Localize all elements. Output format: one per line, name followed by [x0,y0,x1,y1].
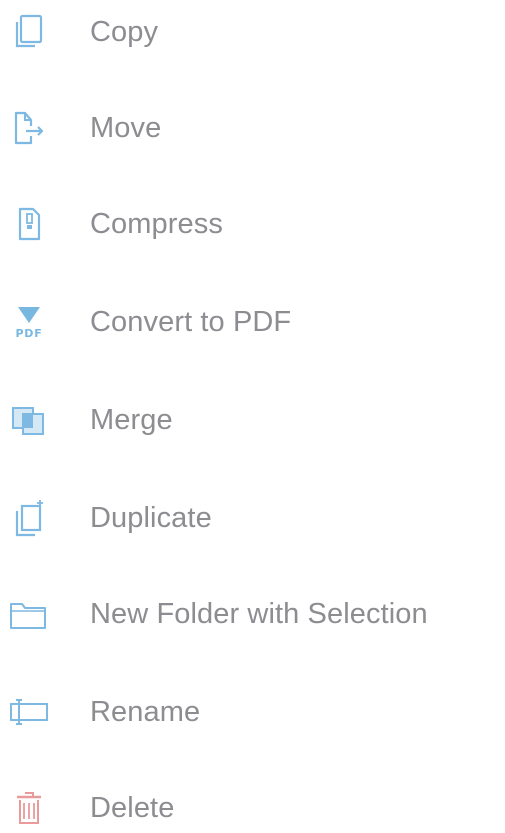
new-folder-icon [4,574,54,654]
menu-item-duplicate[interactable]: Duplicate [0,478,505,558]
convert-to-pdf-icon: PDF [4,282,54,362]
menu-item-label: Copy [90,15,159,48]
trash-icon [4,768,54,833]
menu-item-delete[interactable]: Delete [0,768,505,833]
menu-item-copy[interactable]: Copy [0,0,505,72]
menu-item-compress[interactable]: Compress [0,184,505,264]
rename-icon [4,672,54,752]
pdf-icon-text: PDF [15,327,42,340]
menu-item-label: Move [90,111,162,144]
copy-icon [4,0,54,72]
menu-item-rename[interactable]: Rename [0,672,505,752]
menu-item-merge[interactable]: Merge [0,380,505,460]
menu-item-move[interactable]: Move [0,88,505,168]
compress-icon [4,184,54,264]
duplicate-icon [4,478,54,558]
menu-item-label: Merge [90,403,173,436]
menu-item-label: Convert to PDF [90,305,292,338]
action-menu: Copy Move Compress PDF Convert to PDF Me… [0,0,505,833]
menu-item-label: Delete [90,791,175,824]
menu-item-label: Compress [90,207,223,240]
merge-icon [4,380,54,460]
menu-item-convert-to-pdf[interactable]: PDF Convert to PDF [0,282,505,362]
menu-item-new-folder-with-selection[interactable]: New Folder with Selection [0,574,505,654]
menu-item-label: New Folder with Selection [90,597,428,630]
menu-item-label: Duplicate [90,501,212,534]
menu-item-label: Rename [90,695,201,728]
move-icon [4,88,54,168]
